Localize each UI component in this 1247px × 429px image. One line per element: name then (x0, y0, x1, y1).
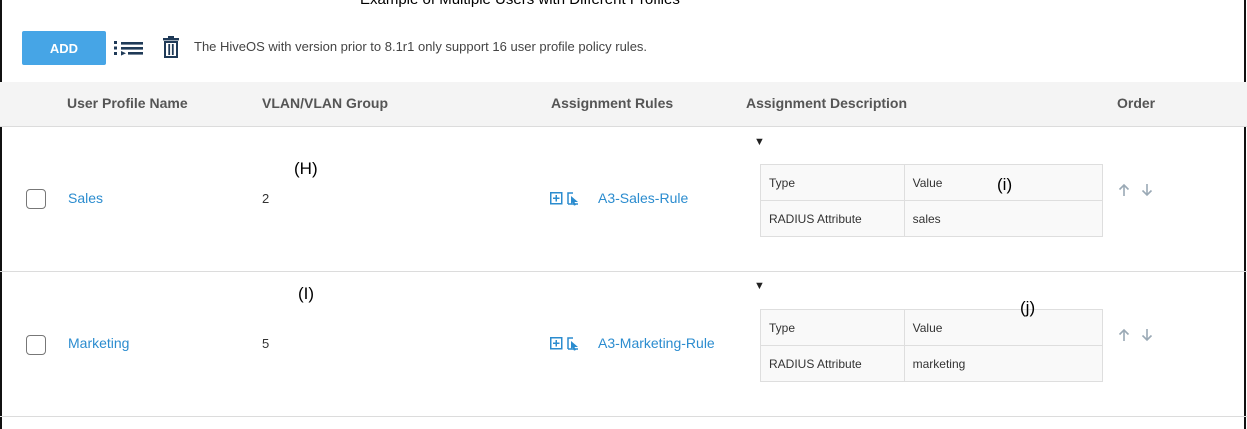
rule-icons[interactable] (550, 192, 580, 206)
trash-icon[interactable] (162, 36, 180, 58)
header-assignment-rules: Assignment Rules (551, 95, 674, 111)
callout-marker: (i) (997, 175, 1013, 194)
callout-marker: (H) (294, 159, 318, 178)
order-arrows (1118, 183, 1153, 197)
order-arrows (1118, 328, 1153, 342)
move-down-icon[interactable] (1141, 184, 1153, 197)
move-up-icon[interactable] (1118, 183, 1130, 196)
header-assignment-description: Assignment Description (746, 95, 908, 111)
row-checkbox[interactable] (26, 189, 46, 209)
edit-rule-icon (567, 192, 578, 206)
desc-value-value: sales (903, 200, 1104, 237)
assignment-description-table: Type Value RADIUS Attribute sales (760, 164, 1104, 237)
desc-value-value: marketing (903, 345, 1104, 382)
list-reorder-icon[interactable] (112, 38, 146, 58)
assignment-rule-link[interactable]: A3-Marketing-Rule (598, 335, 715, 351)
rule-icons[interactable] (550, 337, 580, 351)
add-rule-icon (550, 337, 563, 350)
version-notice: The HiveOS with version prior to 8.1r1 o… (194, 39, 648, 54)
desc-type-header: Type (760, 164, 905, 201)
user-profile-link[interactable]: Marketing (68, 335, 129, 351)
desc-type-header: Type (760, 309, 905, 346)
table-row: Sales 2 (H) A3-Sales-Rule ▼ Type Value R… (0, 127, 1247, 272)
collapse-caret-icon[interactable]: ▼ (754, 280, 765, 292)
toolbar: ADD The HiveOS with version prior to 8.1… (0, 28, 1247, 68)
assignment-description-table: Type Value RADIUS Attribute marketing (760, 309, 1104, 382)
add-button[interactable]: ADD (22, 31, 106, 65)
add-rule-icon (550, 192, 563, 205)
desc-type-value: RADIUS Attribute (760, 345, 905, 382)
collapse-caret-icon[interactable]: ▼ (754, 136, 765, 148)
header-order: Order (1117, 95, 1156, 111)
move-up-icon[interactable] (1118, 328, 1130, 341)
vlan-value: 5 (262, 336, 270, 351)
user-profile-link[interactable]: Sales (68, 190, 103, 206)
table-row: Marketing 5 (I) A3-Marketing-Rule ▼ Type… (0, 272, 1247, 417)
row-checkbox[interactable] (26, 335, 46, 355)
header-vlan: VLAN/VLAN Group (262, 95, 388, 111)
table-header: User Profile Name VLAN/VLAN Group Assign… (0, 82, 1247, 127)
page-caption: Example of Multiple Users with Different… (360, 0, 680, 8)
move-down-icon[interactable] (1141, 329, 1153, 342)
vlan-value: 2 (262, 191, 270, 206)
callout-marker: (j) (1020, 298, 1036, 317)
desc-type-value: RADIUS Attribute (760, 200, 905, 237)
assignment-rule-link[interactable]: A3-Sales-Rule (598, 190, 688, 206)
desc-value-header: Value (903, 309, 1104, 346)
callout-marker: (I) (298, 284, 315, 303)
edit-rule-icon (567, 337, 578, 351)
header-user-profile-name: User Profile Name (67, 95, 188, 111)
